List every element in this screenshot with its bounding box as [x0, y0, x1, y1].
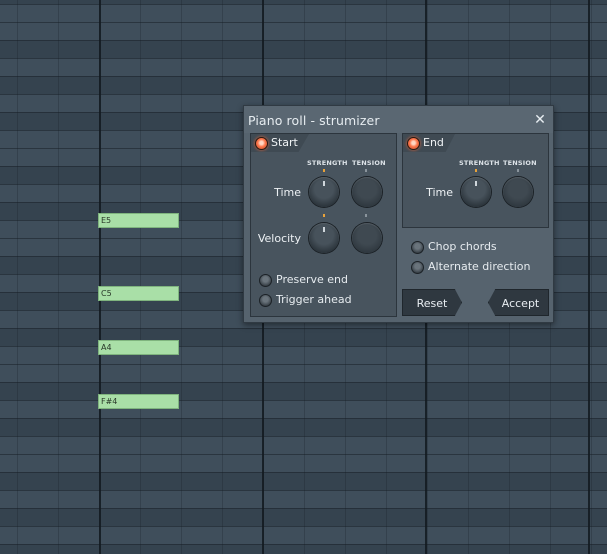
tension-indicator-icon — [517, 169, 519, 172]
start-led-icon[interactable] — [255, 137, 268, 150]
end-time-tension-knob[interactable] — [503, 177, 533, 207]
tension-indicator-icon — [365, 214, 367, 217]
bar-line — [588, 0, 590, 554]
end-time-strength-knob[interactable] — [461, 177, 491, 207]
strength-indicator-icon — [323, 214, 325, 217]
start-label: Start — [271, 136, 298, 149]
chop-chords-label: Chop chords — [428, 240, 497, 253]
preserve-end-radio[interactable] — [259, 274, 272, 287]
preserve-end-option[interactable]: Preserve end — [259, 273, 389, 289]
alternate-direction-label: Alternate direction — [428, 260, 531, 273]
chop-chords-option[interactable]: Chop chords — [411, 240, 541, 256]
note-fsharp4[interactable]: F#4 — [98, 394, 179, 409]
preserve-end-label: Preserve end — [276, 273, 349, 286]
start-time-tension-knob[interactable] — [352, 177, 382, 207]
start-toggle[interactable]: Start — [251, 134, 309, 152]
strength-indicator-icon — [475, 169, 477, 172]
start-velocity-label: Velocity — [257, 232, 301, 245]
chop-chords-radio[interactable] — [411, 241, 424, 254]
dialog-titlebar[interactable]: Piano roll - strumizer ✕ — [244, 106, 553, 133]
start-panel: Start STRENGTH TENSION Time Velocity Pre… — [250, 133, 397, 317]
end-label: End — [423, 136, 444, 149]
trigger-ahead-radio[interactable] — [259, 294, 272, 307]
end-panel: End STRENGTH TENSION Time — [402, 133, 549, 228]
start-strength-header: STRENGTH — [307, 159, 348, 167]
tension-indicator-icon — [365, 169, 367, 172]
end-toggle[interactable]: End — [403, 134, 455, 152]
strumizer-dialog: Piano roll - strumizer ✕ Start STRENGTH … — [243, 105, 554, 323]
start-tension-header: TENSION — [352, 159, 386, 167]
start-time-label: Time — [274, 186, 301, 199]
alternate-direction-option[interactable]: Alternate direction — [411, 260, 549, 276]
alternate-direction-radio[interactable] — [411, 261, 424, 274]
end-time-label: Time — [426, 186, 453, 199]
close-icon[interactable]: ✕ — [532, 112, 548, 128]
end-led-icon[interactable] — [407, 137, 420, 150]
trigger-ahead-option[interactable]: Trigger ahead — [259, 293, 389, 309]
reset-button[interactable]: Reset — [402, 289, 462, 316]
note-e5[interactable]: E5 — [98, 213, 179, 228]
strength-indicator-icon — [323, 169, 325, 172]
bar-line — [99, 0, 101, 554]
end-tension-header: TENSION — [503, 159, 537, 167]
trigger-ahead-label: Trigger ahead — [276, 293, 352, 306]
dialog-title: Piano roll - strumizer — [248, 113, 380, 128]
start-time-strength-knob[interactable] — [309, 177, 339, 207]
note-a4[interactable]: A4 — [98, 340, 179, 355]
start-velocity-tension-knob[interactable] — [352, 223, 382, 253]
end-strength-header: STRENGTH — [459, 159, 500, 167]
note-c5[interactable]: C5 — [98, 286, 179, 301]
accept-button[interactable]: Accept — [488, 289, 549, 316]
start-velocity-strength-knob[interactable] — [309, 223, 339, 253]
